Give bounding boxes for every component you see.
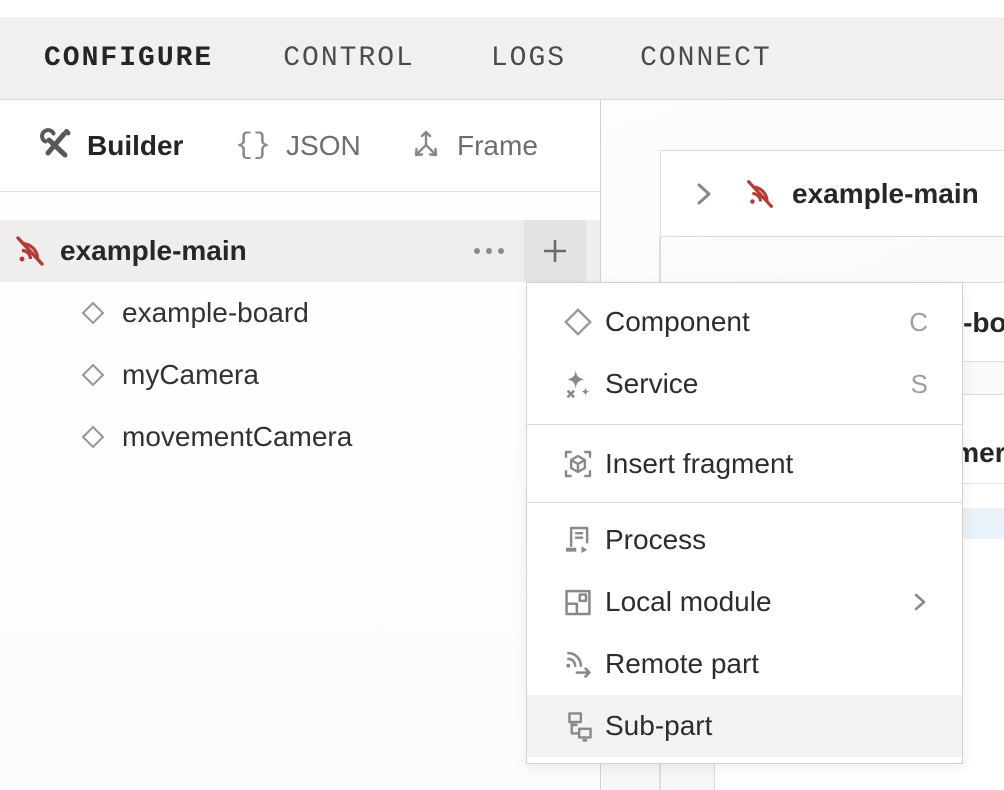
fragment-cube-icon	[561, 448, 595, 480]
menu-group-part: Process Local module	[527, 502, 962, 763]
menu-shortcut: C	[909, 307, 928, 338]
menu-item-label: Remote part	[605, 648, 928, 680]
machine-card-title: example-main	[792, 178, 979, 210]
process-icon	[561, 524, 595, 556]
tree-machine-row[interactable]: example-main	[0, 220, 600, 282]
menu-item-label: Process	[605, 524, 928, 556]
machine-card-header[interactable]: example-main	[660, 150, 1004, 237]
submenu-chevron-icon	[912, 590, 928, 614]
menu-group-resources: Component C Service S	[527, 283, 962, 424]
menu-item-local-module[interactable]: Local module	[527, 571, 962, 633]
menu-item-label: Component	[605, 306, 909, 338]
top-strip	[0, 0, 1004, 17]
tab-configure[interactable]: CONFIGURE	[44, 43, 213, 74]
menu-item-service[interactable]: Service S	[527, 353, 962, 415]
local-module-icon	[561, 586, 595, 618]
viam-config-app: CONFIGURE CONTROL LOGS CONNECT Builder {…	[0, 0, 1004, 790]
tree-machine-name: example-main	[60, 235, 247, 267]
remote-signal-icon	[561, 648, 595, 680]
sub-part-icon	[561, 710, 595, 742]
view-frame-label: Frame	[457, 130, 538, 162]
tab-connect[interactable]: CONNECT	[640, 43, 772, 74]
view-json[interactable]: {} JSON	[235, 100, 361, 192]
tree-item-example-board[interactable]: example-board	[0, 282, 600, 344]
tree-item-mycamera[interactable]: myCamera	[0, 344, 600, 406]
menu-item-label: Insert fragment	[605, 448, 928, 480]
tree-item-movementcamera[interactable]: movementCamera	[0, 406, 600, 468]
tab-logs[interactable]: LOGS	[491, 43, 566, 74]
view-builder[interactable]: Builder	[40, 100, 183, 192]
tools-icon	[40, 128, 72, 165]
view-switcher: Builder {} JSON Frame	[0, 100, 600, 192]
menu-item-label: Service	[605, 368, 911, 400]
service-sparkles-icon	[561, 368, 595, 400]
view-frame[interactable]: Frame	[410, 100, 538, 192]
view-builder-label: Builder	[87, 130, 183, 162]
add-resource-menu: Component C Service S	[526, 282, 963, 764]
menu-item-component[interactable]: Component C	[527, 291, 962, 353]
add-resource-button[interactable]	[524, 220, 586, 282]
chevron-right-icon[interactable]	[693, 181, 715, 207]
component-diamond-icon	[80, 300, 106, 326]
tree-item-label: movementCamera	[122, 421, 352, 453]
tree-item-label: myCamera	[122, 359, 259, 391]
more-options-button[interactable]	[458, 220, 520, 282]
braces-icon: {}	[235, 129, 271, 163]
menu-item-label: Local module	[605, 586, 912, 618]
menu-item-process[interactable]: Process	[527, 509, 962, 571]
view-json-label: JSON	[286, 130, 361, 162]
component-diamond-icon	[561, 306, 595, 338]
frame-axes-icon	[410, 128, 442, 165]
config-sidebar: Builder {} JSON Frame	[0, 100, 601, 790]
menu-item-insert-fragment[interactable]: Insert fragment	[527, 433, 962, 495]
menu-shortcut: S	[911, 369, 928, 400]
main-nav: CONFIGURE CONTROL LOGS CONNECT	[0, 17, 1004, 100]
menu-item-remote-part[interactable]: Remote part	[527, 633, 962, 695]
offline-icon	[12, 233, 48, 269]
menu-item-sub-part[interactable]: Sub-part	[527, 695, 962, 757]
menu-group-fragment: Insert fragment	[527, 424, 962, 502]
component-diamond-icon	[80, 362, 106, 388]
tab-control[interactable]: CONTROL	[283, 43, 415, 74]
menu-item-label: Sub-part	[605, 710, 928, 742]
tree-item-label: example-board	[122, 297, 309, 329]
offline-icon	[743, 177, 777, 211]
component-diamond-icon	[80, 424, 106, 450]
